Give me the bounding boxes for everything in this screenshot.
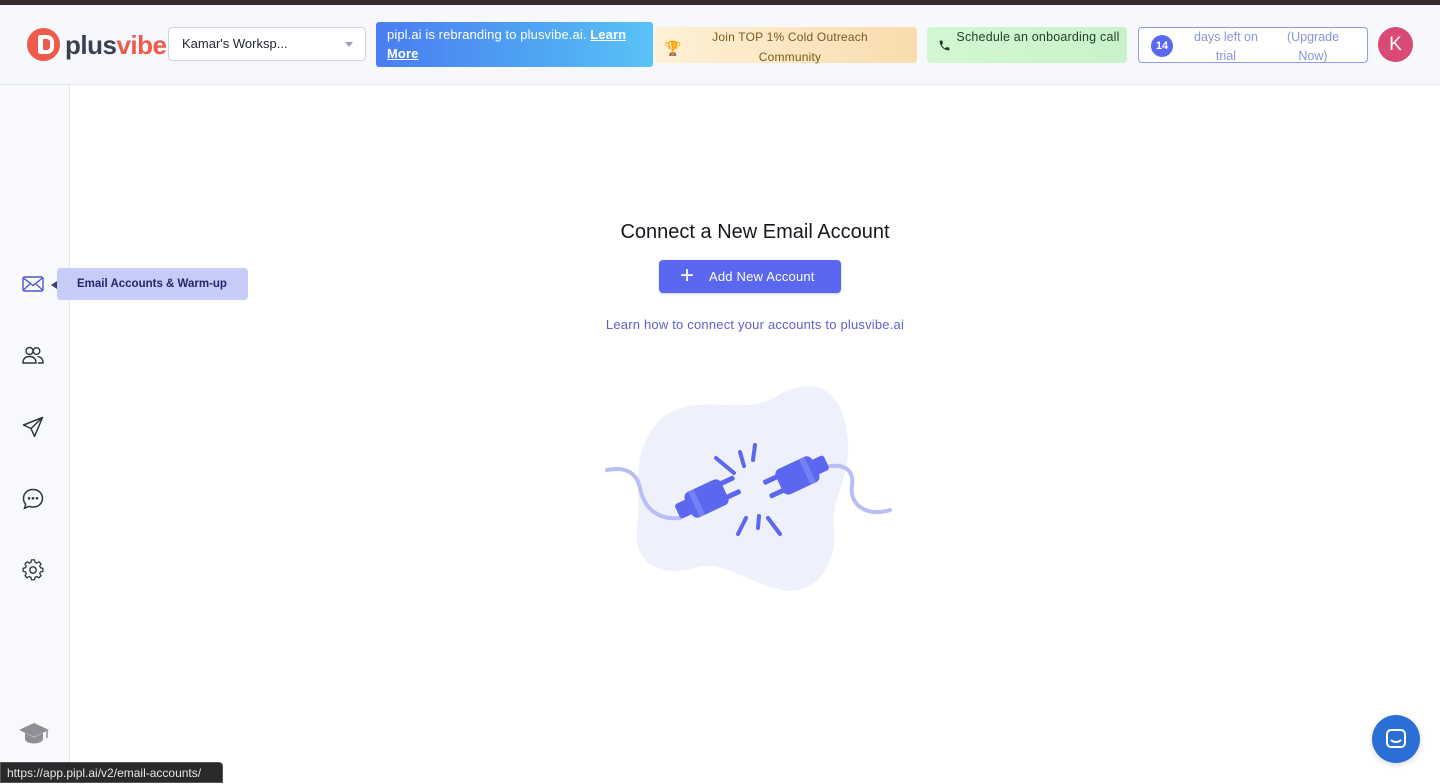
user-avatar[interactable]: K [1378,27,1413,62]
sidebar-item-email-accounts[interactable] [17,268,49,300]
graduation-cap-icon [19,723,49,744]
chat-bubble-icon [1386,729,1406,748]
sidebar-item-inbox[interactable] [17,483,49,515]
trial-status[interactable]: 14 days left on trial (Upgrade Now) [1138,27,1368,63]
trophy-icon: 🏆 [664,40,682,56]
learn-connect-link[interactable]: Learn how to connect your accounts to pl… [70,317,1440,332]
rebrand-text: pipl.ai is rebranding to plusvibe.ai. [387,27,591,42]
unplugged-cable-illustration [605,386,892,591]
chevron-down-icon [345,42,353,47]
support-chat-button[interactable] [1372,715,1420,763]
plus-icon: + [680,262,695,289]
illustration-blob [636,386,849,591]
page-title: Connect a New Email Account [620,221,890,243]
phone-icon [938,38,951,58]
upgrade-now-link[interactable]: (Upgrade Now) [1279,28,1347,66]
logo-mark-icon [27,28,60,61]
sidebar-tooltip: Email Accounts & Warm-up [51,268,248,300]
workspace-select[interactable]: Kamar's Worksp... [168,27,366,61]
academy-button[interactable] [18,720,50,748]
trial-days-badge: 14 [1151,35,1173,57]
sidebar-item-campaigns[interactable] [17,411,49,443]
top-header: plusvibe Kamar's Worksp... pipl.ai is re… [0,5,1440,85]
sidebar-item-contacts[interactable] [17,339,49,371]
trial-days-text: days left on trial [1194,30,1258,63]
onboarding-label: Schedule an onboarding call [956,30,1120,44]
workspace-name: Kamar's Worksp... [182,36,288,51]
add-new-account-label: Add New Account [709,269,815,284]
community-label: Join TOP 1% Cold Outreach Community [712,30,868,64]
logo-text: plusvibe [65,29,167,60]
logo-text-plus: plus [65,29,117,60]
sidebar [0,85,70,783]
chat-icon [22,488,44,510]
logo-text-vibe: vibe [116,29,167,60]
onboarding-call-button[interactable]: Schedule an onboarding call [927,27,1127,63]
send-icon [22,416,44,438]
sidebar-item-settings[interactable] [17,554,49,586]
users-icon [22,346,44,364]
plusvibe-logo[interactable]: plusvibe [27,28,167,61]
rebrand-banner: pipl.ai is rebranding to plusvibe.ai. Le… [376,22,653,67]
gear-icon [22,559,44,581]
add-new-account-button[interactable]: + Add New Account [659,260,841,293]
browser-status-url: https://app.pipl.ai/v2/email-accounts/ [0,762,223,783]
mail-icon [22,276,44,292]
community-button[interactable]: 🏆 Join TOP 1% Cold Outreach Community [655,27,917,64]
